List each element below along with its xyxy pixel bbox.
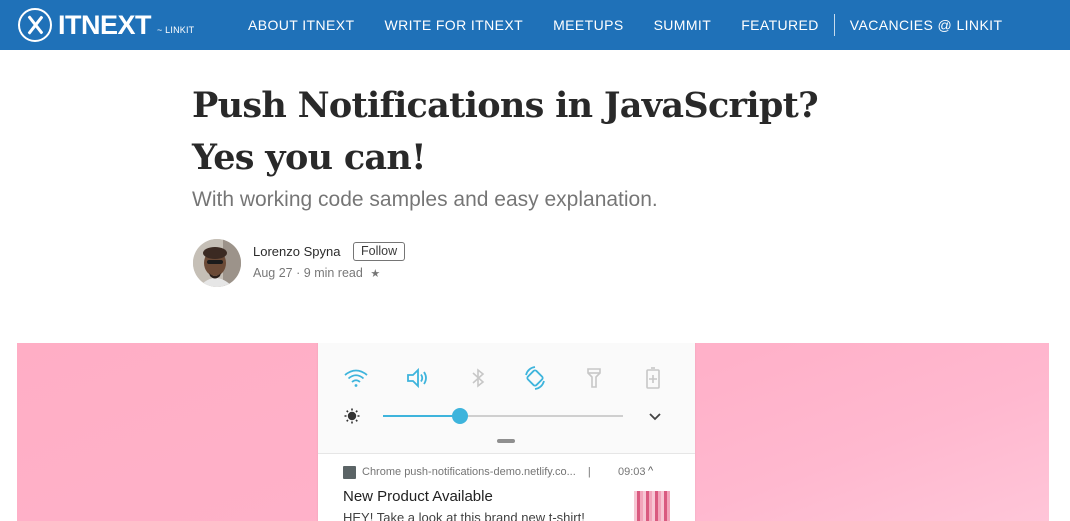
- author-name[interactable]: Lorenzo Spyna: [253, 244, 340, 259]
- top-navigation-bar: ITNEXT ~ LINKIT ABOUT ITNEXT WRITE FOR I…: [0, 0, 1070, 50]
- notification-source: push-notifications-demo.netlify.co...: [404, 466, 576, 478]
- expand-caret-icon[interactable]: ^: [648, 465, 653, 477]
- itnext-logo[interactable]: ITNEXT ~ LINKIT: [18, 8, 194, 42]
- itnext-logo-mark-icon: [18, 8, 52, 42]
- chrome-app-icon: [343, 466, 356, 479]
- follow-button[interactable]: Follow: [353, 242, 406, 261]
- notification-title: New Product Available: [343, 488, 493, 505]
- bluetooth-icon: [463, 363, 493, 393]
- nav-divider: [833, 14, 835, 36]
- nav-summit[interactable]: SUMMIT: [654, 17, 712, 33]
- quick-settings-row: [318, 363, 695, 393]
- publish-date: Aug 27: [253, 266, 293, 280]
- push-notification[interactable]: Chrome push-notifications-demo.netlify.c…: [318, 453, 695, 521]
- flashlight-icon: [579, 363, 609, 393]
- nav-vacancies[interactable]: VACANCIES @ LINKIT: [850, 17, 1003, 33]
- nav-write-for-itnext[interactable]: WRITE FOR ITNEXT: [384, 17, 523, 33]
- wifi-icon: [341, 363, 371, 393]
- author-avatar[interactable]: [193, 239, 241, 287]
- brightness-slider[interactable]: [383, 408, 623, 424]
- nav-meetups[interactable]: MEETUPS: [553, 17, 623, 33]
- chevron-down-icon[interactable]: [648, 409, 662, 427]
- article-meta: Aug 27 · 9 min read ★: [253, 266, 380, 280]
- hero-image: Chrome push-notifications-demo.netlify.c…: [17, 343, 1049, 521]
- shade-drag-handle[interactable]: [497, 439, 515, 443]
- brightness-slider-thumb[interactable]: [451, 408, 468, 424]
- notification-thumbnail: [634, 491, 670, 521]
- article-title: Push Notifications in JavaScript? Yes yo…: [192, 85, 819, 178]
- notification-header: Chrome push-notifications-demo.netlify.c…: [362, 466, 600, 478]
- logo-subtext: ~ LINKIT: [157, 25, 195, 35]
- read-time: 9 min read: [303, 266, 363, 280]
- brightness-icon: [344, 408, 360, 429]
- auto-rotate-icon: [520, 363, 550, 393]
- nav-featured[interactable]: FEATURED: [741, 17, 819, 33]
- main-nav: ABOUT ITNEXT WRITE FOR ITNEXT MEETUPS SU…: [248, 0, 1032, 50]
- brightness-row: [318, 401, 695, 431]
- notification-separator: |: [587, 466, 591, 478]
- nav-about-itnext[interactable]: ABOUT ITNEXT: [248, 17, 354, 33]
- article-subtitle: With working code samples and easy expla…: [192, 188, 658, 211]
- member-star-icon: ★: [370, 268, 381, 280]
- battery-saver-icon: [638, 363, 668, 393]
- notification-text: HEY! Take a look at this brand new t-shi…: [343, 510, 585, 521]
- logo-text: ITNEXT: [58, 10, 152, 40]
- phone-notification-shade: Chrome push-notifications-demo.netlify.c…: [318, 343, 695, 521]
- brightness-slider-fill: [383, 415, 460, 417]
- avatar-photo-icon: [193, 239, 241, 287]
- notification-app-name: Chrome: [362, 466, 402, 478]
- volume-icon: [403, 363, 433, 393]
- notification-time: 09:03: [618, 466, 646, 478]
- meta-dot: ·: [296, 266, 301, 280]
